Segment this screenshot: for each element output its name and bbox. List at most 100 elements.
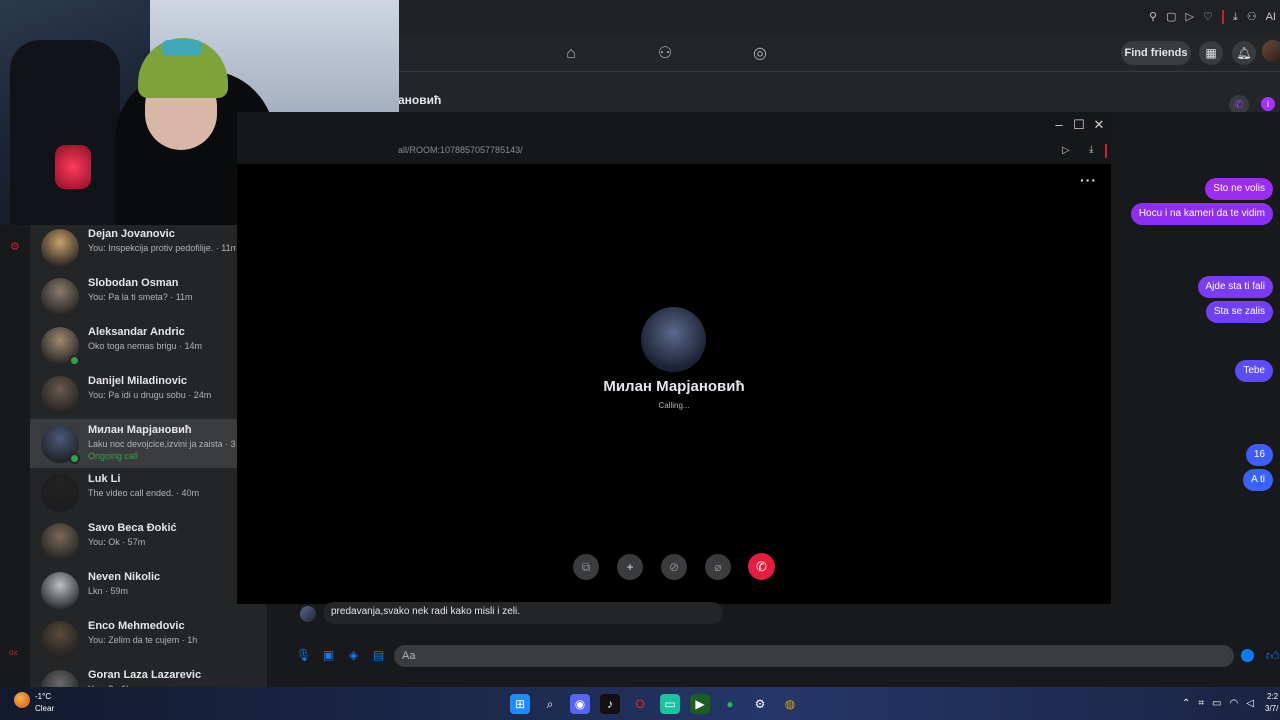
conversation-name: Savo Beca Đokić xyxy=(88,522,177,534)
game-launcher-icon[interactable]: ▶ xyxy=(690,694,710,714)
online-indicator xyxy=(69,453,80,464)
window-icon[interactable]: ▢ xyxy=(1166,10,1176,24)
close-icon[interactable]: ✕ xyxy=(1092,118,1106,132)
conversation-name: Slobodan Osman xyxy=(88,277,179,289)
like-icon[interactable]: 👍︎ xyxy=(1266,648,1280,664)
account-avatar[interactable] xyxy=(1262,40,1280,62)
find-friends-button[interactable]: Find friends xyxy=(1121,41,1191,65)
webcam-red-light xyxy=(55,145,91,189)
spotify-icon[interactable]: ● xyxy=(720,694,740,714)
red-separator xyxy=(1221,10,1224,24)
webcam-chair xyxy=(10,40,120,225)
browser-toolbar-icons: ⚲ ▢ ▷ ♡ ⤓ ⚇ AI xyxy=(1149,10,1276,24)
red-separator xyxy=(1105,144,1107,158)
friends-icon[interactable]: ⚇ xyxy=(655,44,675,64)
composer-actions: 🎙︎ ▣ ◈ ▤ xyxy=(296,648,386,663)
add-person-icon[interactable]: + xyxy=(617,554,643,580)
play-icon[interactable]: ▷ xyxy=(1186,10,1194,24)
message-bubble: Sto ne volis xyxy=(1205,178,1273,200)
wifi-icon[interactable]: ◠ xyxy=(1229,698,1238,709)
conversation-name: Goran Laza Lazarevic xyxy=(88,669,202,681)
clock-time[interactable]: 2:2 xyxy=(1267,692,1278,701)
bell-icon[interactable]: 🔔︎ xyxy=(1232,41,1256,65)
info-icon[interactable]: i xyxy=(1261,97,1275,111)
opera-icon[interactable]: O xyxy=(630,694,650,714)
list-scroll-gutter xyxy=(237,604,267,687)
display-icon[interactable]: ▭ xyxy=(1212,698,1221,709)
conversation-preview: You: Ok · 57m xyxy=(88,537,146,547)
steam-icon[interactable]: ⚙ xyxy=(750,694,770,714)
profile-icon[interactable]: ⚇ xyxy=(1247,10,1257,24)
start-icon[interactable]: ⊞ xyxy=(510,694,530,714)
conversation-preview: You: Zelim da te cujem · 1h xyxy=(88,635,198,645)
conversation-item[interactable]: Aleksandar Andric Oko toga nemas brigu · … xyxy=(30,321,237,370)
clock-date[interactable]: 3/7/ xyxy=(1265,704,1278,713)
tiktok-icon[interactable]: ♪ xyxy=(600,694,620,714)
maximize-icon[interactable]: ☐ xyxy=(1072,118,1086,132)
minimize-icon[interactable]: – xyxy=(1052,118,1066,132)
play-icon[interactable]: ▷ xyxy=(1062,145,1070,156)
image-icon[interactable]: ▣ xyxy=(321,648,336,663)
conversation-item[interactable]: Savo Beca Đokić You: Ok · 57m xyxy=(30,517,237,566)
chevron-up-icon[interactable]: ⌃ xyxy=(1182,698,1190,709)
conversation-item[interactable]: Dejan Jovanovic You: Inspekcija protiv pe… xyxy=(30,225,237,272)
system-tray: ⌃ ⌗ ▭ ◠ ◁ xyxy=(1182,698,1254,709)
share-screen-icon[interactable]: ⧉ xyxy=(573,554,599,580)
pin-icon[interactable]: ⚲ xyxy=(1149,10,1157,24)
conversation-name: Luk Li xyxy=(88,473,121,485)
weather-icon[interactable] xyxy=(14,692,30,708)
more-options-icon[interactable]: ··· xyxy=(1080,172,1097,188)
left-rail xyxy=(0,225,30,687)
message-bubble: A ti xyxy=(1243,469,1273,491)
search-icon[interactable]: ⌕ xyxy=(540,694,560,714)
message-bubble: Sta se zalis xyxy=(1205,301,1273,323)
video-off-icon[interactable]: ⊘ xyxy=(661,554,687,580)
conversation-item[interactable]: Slobodan Osman You: Pa la ti smeta? · 11m xyxy=(30,272,237,321)
chat-app-icon[interactable]: ▭ xyxy=(660,694,680,714)
groups-icon[interactable]: ◎ xyxy=(750,44,770,64)
conversation-name: Danijel Miladinovic xyxy=(88,375,188,387)
heart-icon[interactable]: ♡ xyxy=(1203,10,1213,24)
conversation-item[interactable]: Милан Марјановић Laku noc devojcice,izvin… xyxy=(30,419,237,468)
conversation-name: Милан Марјановић xyxy=(88,424,192,436)
emoji-icon[interactable] xyxy=(1241,649,1254,662)
rail-label: ox xyxy=(9,648,18,657)
conversation-preview: Laku noc devojcice,izvini ja zaista · 30 xyxy=(88,439,236,449)
gif-icon[interactable]: ▤ xyxy=(371,648,386,663)
settings-icon[interactable]: ⚙ xyxy=(10,240,20,253)
message-input[interactable]: Aa xyxy=(394,645,1234,667)
webcam-goggles xyxy=(162,40,202,56)
discord-icon[interactable]: ◉ xyxy=(570,694,590,714)
conversation-name: Neven Nikolic xyxy=(88,571,161,583)
mic-icon[interactable]: 🎙︎ xyxy=(296,648,311,663)
conversation-item[interactable]: Neven Nikolic Lkn · 59m xyxy=(30,566,237,615)
conversation-preview: Oko toga nemas brigu · 14m xyxy=(88,341,203,351)
sender-avatar xyxy=(300,606,316,622)
sticker-icon[interactable]: ◈ xyxy=(346,648,361,663)
home-icon[interactable]: ⌂ xyxy=(561,44,581,64)
mic-off-icon[interactable]: ⌀ xyxy=(705,554,731,580)
conversation-item[interactable]: Luk Li The video call ended. · 40m xyxy=(30,468,237,517)
conversation-item[interactable]: Danijel Miladinovic You: Pa idi u drugu s… xyxy=(30,370,237,419)
download-icon[interactable]: ⤓ xyxy=(1089,144,1093,155)
conversation-preview: You: Pa la ti smeta? · 11m xyxy=(88,292,193,302)
message-bubble: Hocu i na kameri da te vidim xyxy=(1130,203,1273,225)
conversation-avatar xyxy=(41,572,79,610)
chrome-icon[interactable]: ◍ xyxy=(780,694,800,714)
end-call-button[interactable]: ✆ xyxy=(748,553,775,580)
call-window-titlebar xyxy=(237,112,1111,164)
grid-icon[interactable]: ▦ xyxy=(1199,41,1223,65)
conversation-name: Enco Mehmedovic xyxy=(88,620,185,632)
taskbar-apps: ⊞ ⌕ ◉ ♪ O ▭ ▶ ● ⚙ ◍ xyxy=(510,694,800,714)
conversation-item[interactable]: Enco Mehmedovic You: Zelim da te cujem · … xyxy=(30,615,237,664)
last-message: predavanja,svako nek radi kako misli i z… xyxy=(323,602,723,624)
volume-icon[interactable]: ◁ xyxy=(1246,698,1254,709)
weather-temperature: -1°C xyxy=(35,692,52,701)
online-indicator xyxy=(69,355,80,366)
download-icon[interactable]: ⤓ xyxy=(1233,10,1238,24)
conversation-item[interactable]: Goran Laza LazarevicYou: ? · 1h xyxy=(30,664,237,687)
caller-avatar xyxy=(641,307,706,372)
network-icon[interactable]: ⌗ xyxy=(1198,698,1204,709)
conversation-name: Aleksandar Andric xyxy=(88,326,185,338)
ai-label[interactable]: AI xyxy=(1266,10,1276,24)
